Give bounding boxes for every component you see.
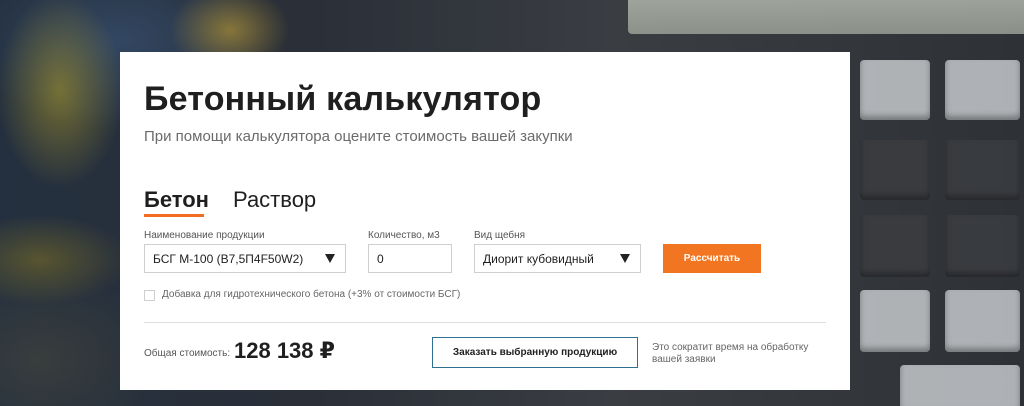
- calculator-card: Бетонный калькулятор При помощи калькуля…: [120, 52, 850, 390]
- gravel-label: Вид щебня: [474, 230, 526, 241]
- order-hint-text: Это сократит время на обработку вашей за…: [652, 342, 809, 365]
- calculator-key-image: [945, 140, 1020, 200]
- product-select-value: БСГ М-100 (В7,5П4F50W2): [153, 251, 304, 266]
- chevron-down-icon: [620, 254, 630, 263]
- total-cost-label: Общая стоимость:: [144, 348, 231, 359]
- calculate-button[interactable]: Рассчитать: [663, 244, 761, 273]
- calculator-key-image: [900, 365, 1020, 406]
- gravel-select[interactable]: Диорит кубовидный: [474, 244, 641, 273]
- calculator-key-image: [945, 60, 1020, 120]
- quantity-input-value: 0: [377, 251, 384, 266]
- total-cost-value: 128 138 ₽: [234, 338, 335, 363]
- tab-mortar[interactable]: Раствор: [233, 187, 316, 213]
- calculator-key-image: [860, 60, 930, 120]
- chevron-down-icon: [325, 254, 335, 263]
- quantity-input[interactable]: 0: [368, 244, 452, 273]
- calculator-display-image: [628, 0, 1024, 34]
- gravel-select-value: Диорит кубовидный: [483, 251, 594, 266]
- hydro-additive-label[interactable]: Добавка для гидротехнического бетона (+3…: [162, 289, 460, 300]
- active-tab-indicator: [144, 214, 204, 217]
- tab-concrete[interactable]: Бетон: [144, 187, 209, 213]
- page-title: Бетонный калькулятор: [144, 80, 542, 118]
- calculator-key-image: [945, 290, 1020, 352]
- product-select[interactable]: БСГ М-100 (В7,5П4F50W2): [144, 244, 346, 273]
- product-label: Наименование продукции: [144, 230, 265, 241]
- calculator-key-image: [860, 290, 930, 352]
- hydro-additive-checkbox[interactable]: [144, 290, 155, 301]
- divider: [144, 322, 826, 323]
- calculator-key-image: [945, 215, 1020, 277]
- page-subtitle: При помощи калькулятора оцените стоимост…: [144, 128, 573, 145]
- calculator-key-image: [860, 140, 930, 200]
- order-button[interactable]: Заказать выбранную продукцию: [432, 337, 638, 368]
- quantity-label: Количество, м3: [368, 230, 440, 241]
- calculator-key-image: [860, 215, 930, 277]
